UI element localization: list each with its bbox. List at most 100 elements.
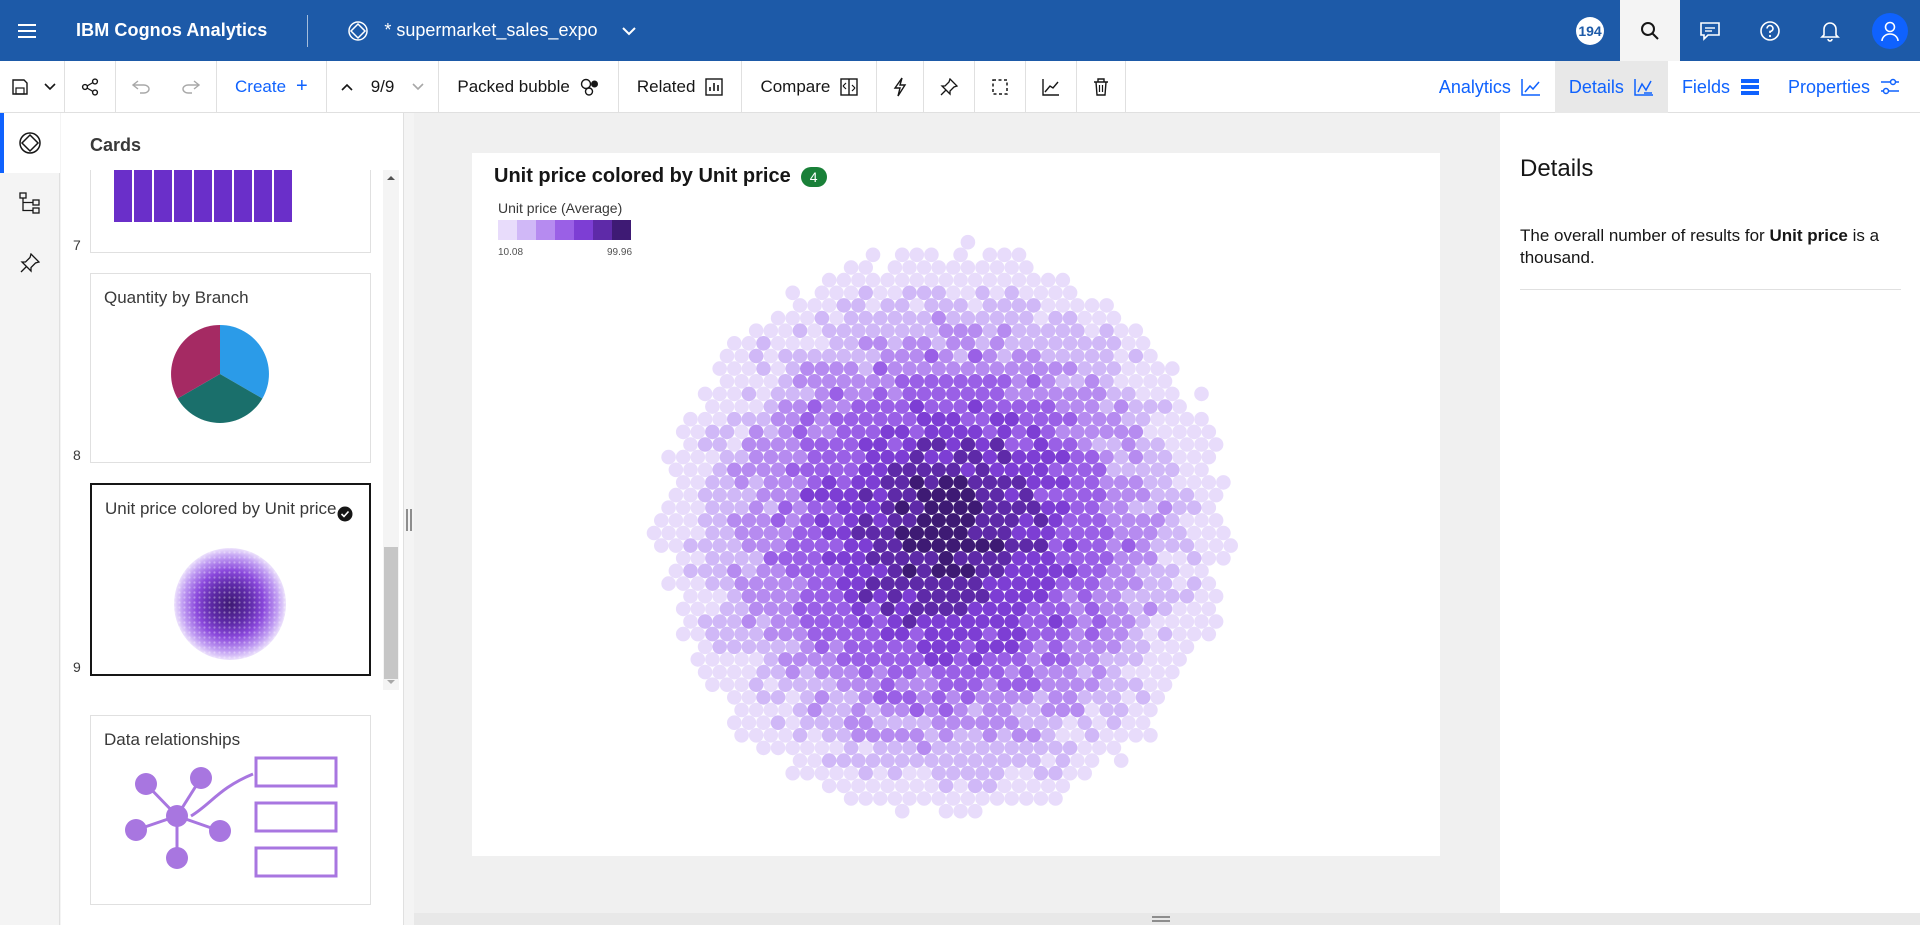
bubble[interactable] — [705, 525, 720, 541]
bubble[interactable] — [916, 614, 932, 629]
bubble[interactable] — [807, 702, 822, 718]
bubble[interactable] — [807, 399, 822, 414]
bubble[interactable] — [814, 765, 830, 781]
bubble[interactable] — [1048, 310, 1063, 326]
bubble[interactable] — [800, 437, 815, 452]
bubble[interactable] — [1113, 702, 1129, 718]
bubble[interactable] — [916, 386, 932, 402]
bubble[interactable] — [865, 399, 881, 414]
bubble[interactable] — [1157, 677, 1173, 692]
bubble[interactable] — [1062, 386, 1078, 402]
bubble[interactable] — [829, 285, 844, 301]
bubble[interactable] — [1026, 652, 1041, 667]
bubble[interactable] — [1055, 551, 1071, 566]
notification-count-button[interactable]: 194 — [1560, 0, 1620, 61]
bubble[interactable] — [807, 601, 822, 617]
bubble[interactable] — [1055, 399, 1071, 414]
bubble[interactable] — [1077, 487, 1092, 503]
bubble[interactable] — [909, 702, 925, 718]
bubble[interactable] — [1194, 588, 1209, 604]
bubble[interactable] — [836, 449, 852, 465]
bubble[interactable] — [1165, 386, 1180, 402]
bubble[interactable] — [1179, 411, 1195, 427]
bubble[interactable] — [894, 601, 910, 617]
bubble[interactable] — [821, 601, 837, 617]
bubble[interactable] — [1070, 525, 1085, 541]
bubble[interactable] — [909, 247, 925, 263]
bubble[interactable] — [727, 614, 742, 629]
bubble[interactable] — [1099, 677, 1114, 692]
bubble[interactable] — [938, 803, 954, 819]
bubble[interactable] — [851, 272, 866, 288]
bubble[interactable] — [931, 462, 946, 478]
bubble[interactable] — [953, 525, 968, 541]
bubble[interactable] — [931, 614, 946, 629]
bubble[interactable] — [873, 487, 888, 503]
bubble[interactable] — [1128, 576, 1144, 591]
bubble[interactable] — [894, 323, 910, 338]
bubble[interactable] — [763, 551, 779, 566]
bubble[interactable] — [1026, 525, 1041, 541]
bubble[interactable] — [916, 639, 932, 655]
bubble[interactable] — [1165, 639, 1180, 655]
bubble[interactable] — [1216, 525, 1231, 541]
bubble[interactable] — [734, 449, 749, 465]
bubble[interactable] — [1143, 475, 1158, 490]
bubble[interactable] — [865, 652, 881, 667]
bubble[interactable] — [946, 260, 961, 275]
bubble[interactable] — [982, 626, 998, 642]
bubble[interactable] — [756, 361, 771, 376]
bubble[interactable] — [902, 336, 917, 351]
bubble[interactable] — [1026, 576, 1041, 591]
bubble[interactable] — [946, 664, 961, 680]
bubble[interactable] — [916, 487, 932, 503]
bubble[interactable] — [1135, 437, 1151, 452]
bubble[interactable] — [1157, 475, 1173, 490]
bubble[interactable] — [697, 386, 713, 402]
bubble[interactable] — [1179, 538, 1195, 553]
bubble[interactable] — [1135, 563, 1151, 579]
bubble[interactable] — [748, 626, 764, 642]
bubble[interactable] — [1084, 652, 1100, 667]
bubble[interactable] — [792, 323, 808, 338]
bubble[interactable] — [967, 272, 983, 288]
bubble[interactable] — [748, 475, 764, 490]
bubble[interactable] — [800, 715, 815, 730]
bubble[interactable] — [1106, 563, 1122, 579]
bubble[interactable] — [997, 677, 1012, 692]
bubble[interactable] — [792, 449, 808, 465]
bubble[interactable] — [938, 399, 954, 414]
bubble[interactable] — [931, 690, 946, 705]
bubble[interactable] — [909, 500, 925, 515]
bubble[interactable] — [792, 677, 808, 692]
bubble[interactable] — [997, 449, 1012, 465]
bubble[interactable] — [938, 626, 954, 642]
bubble[interactable] — [880, 753, 895, 768]
bubble[interactable] — [938, 525, 954, 541]
bubble[interactable] — [1099, 652, 1114, 667]
bubble[interactable] — [1004, 614, 1019, 629]
bubble[interactable] — [1208, 588, 1224, 604]
bubble[interactable] — [1113, 525, 1129, 541]
chevron-up-icon[interactable] — [341, 83, 353, 91]
bubble[interactable] — [800, 664, 815, 680]
bubble[interactable] — [770, 386, 786, 402]
bubble[interactable] — [836, 551, 852, 566]
bubble[interactable] — [975, 462, 990, 478]
bubble[interactable] — [785, 538, 800, 553]
bubble[interactable] — [1033, 715, 1049, 730]
bubble[interactable] — [989, 765, 1005, 781]
bubble[interactable] — [865, 500, 881, 515]
bubble[interactable] — [843, 614, 859, 629]
bubble[interactable] — [960, 310, 976, 326]
bubble[interactable] — [880, 323, 895, 338]
packed-bubble-chart[interactable] — [472, 153, 1440, 856]
pin-button[interactable] — [924, 60, 976, 113]
bubble[interactable] — [683, 462, 698, 478]
bubble[interactable] — [880, 424, 895, 440]
bubble[interactable] — [851, 399, 866, 414]
bubble[interactable] — [1179, 614, 1195, 629]
bubble[interactable] — [997, 298, 1012, 313]
bubble[interactable] — [873, 285, 888, 301]
bubble[interactable] — [902, 361, 917, 376]
